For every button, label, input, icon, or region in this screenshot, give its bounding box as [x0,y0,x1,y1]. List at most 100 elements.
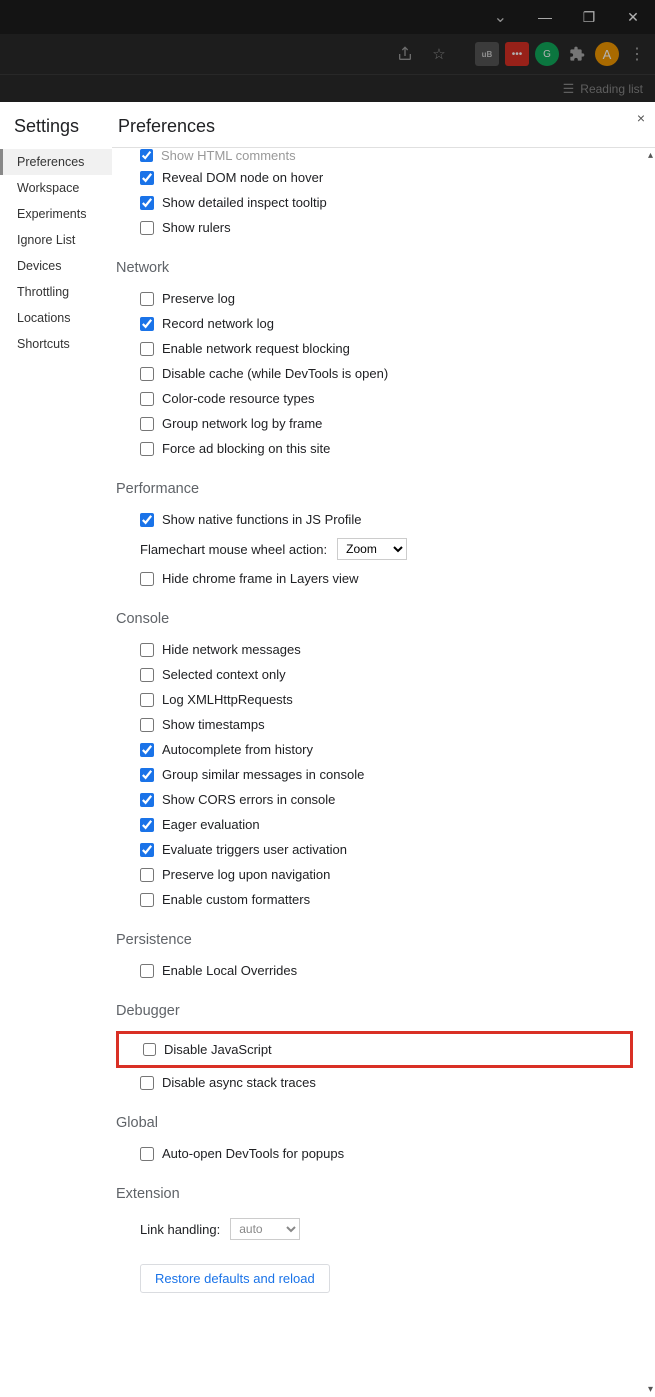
setting-show-native-functions-in-js-profile: Show native functions in JS Profile [116,507,651,532]
restore-defaults-button[interactable]: Restore defaults and reload [140,1264,330,1293]
setting-selected-context-only: Selected context only [116,662,651,687]
extension-grammarly-icon[interactable]: G [535,42,559,66]
setting-show-timestamps: Show timestamps [116,712,651,737]
setting-force-ad-blocking-on-this-site: Force ad blocking on this site [116,436,651,461]
setting-label: Show CORS errors in console [162,792,335,807]
setting-label: Group network log by frame [162,416,322,431]
checkbox[interactable] [140,221,154,235]
checkbox[interactable] [140,668,154,682]
flamechart-select[interactable]: Zoom [337,538,407,560]
scroll-down-arrow-icon[interactable]: ▾ [648,1384,653,1395]
link-handling-select[interactable]: auto [230,1218,300,1240]
setting-label: Log XMLHttpRequests [162,692,293,707]
setting-label: Hide chrome frame in Layers view [162,571,359,586]
checkbox[interactable] [140,196,154,210]
setting-label: Preserve log upon navigation [162,867,330,882]
checkbox[interactable] [140,868,154,882]
checkbox[interactable] [140,442,154,456]
setting-color-code-resource-types: Color-code resource types [116,386,651,411]
setting-hide-chrome-frame-in-layers-view: Hide chrome frame in Layers view [116,566,651,591]
section-header-extension: Extension [116,1166,651,1212]
minimize-button[interactable]: — [531,3,559,31]
setting-label: Group similar messages in console [162,767,364,782]
checkbox[interactable] [140,693,154,707]
section-header-performance: Performance [116,461,651,507]
setting-enable-network-request-blocking: Enable network request blocking [116,336,651,361]
setting-label: Show timestamps [162,717,265,732]
checkbox[interactable] [140,171,154,185]
sidebar-item-ignore-list[interactable]: Ignore List [0,227,112,253]
preferences-scroll-area[interactable]: ▴ Show HTML comments Reveal DOM node on … [112,148,655,1397]
setting-show-html-comments: Show HTML comments [116,148,651,165]
sidebar-item-locations[interactable]: Locations [0,305,112,331]
setting-label: Enable custom formatters [162,892,310,907]
extensions-menu-icon[interactable] [565,42,589,66]
section-header-debugger: Debugger [116,983,651,1029]
setting-label: Selected context only [162,667,286,682]
reading-list-icon[interactable]: ☰ [563,81,575,97]
setting-label: Autocomplete from history [162,742,313,757]
checkbox[interactable] [140,367,154,381]
setting-label: Disable async stack traces [162,1075,316,1090]
sidebar-item-experiments[interactable]: Experiments [0,201,112,227]
setting-preserve-log-upon-navigation: Preserve log upon navigation [116,862,651,887]
close-settings-button[interactable]: × [637,110,645,126]
bookmark-star-icon[interactable]: ☆ [425,40,453,68]
setting-auto-open-devtools-for-popups: Auto-open DevTools for popups [116,1141,651,1166]
checkbox[interactable] [140,392,154,406]
setting-show-rulers: Show rulers [116,215,651,240]
devtools-settings-panel: × Settings PreferencesWorkspaceExperimen… [0,102,655,1397]
setting-evaluate-triggers-user-activation: Evaluate triggers user activation [116,837,651,862]
checkbox[interactable] [140,317,154,331]
checkbox[interactable] [140,793,154,807]
setting-label: Reveal DOM node on hover [162,170,323,185]
checkbox[interactable] [140,1147,154,1161]
checkbox-show-html-comments[interactable] [140,149,153,162]
scroll-up-arrow-icon[interactable]: ▴ [648,150,653,161]
flamechart-setting: Flamechart mouse wheel action: Zoom [116,532,651,566]
reading-list-label[interactable]: Reading list [580,82,643,96]
tab-dropdown-icon[interactable]: ⌄ [494,7,507,27]
share-icon[interactable] [391,40,419,68]
setting-autocomplete-from-history: Autocomplete from history [116,737,651,762]
sidebar-item-devices[interactable]: Devices [0,253,112,279]
checkbox[interactable] [140,964,154,978]
browser-menu-icon[interactable]: ⋮ [625,44,649,64]
setting-label: Record network log [162,316,274,331]
maximize-button[interactable]: ❐ [575,3,603,31]
checkbox[interactable] [140,718,154,732]
setting-label: Enable Local Overrides [162,963,297,978]
checkbox[interactable] [140,417,154,431]
checkbox[interactable] [140,743,154,757]
setting-label: Evaluate triggers user activation [162,842,347,857]
checkbox[interactable] [140,818,154,832]
setting-label: Eager evaluation [162,817,260,832]
checkbox[interactable] [140,572,154,586]
checkbox[interactable] [140,1076,154,1090]
extension-red-icon[interactable]: ••• [505,42,529,66]
checkbox[interactable] [140,513,154,527]
setting-hide-network-messages: Hide network messages [116,637,651,662]
sidebar-item-workspace[interactable]: Workspace [0,175,112,201]
checkbox[interactable] [140,342,154,356]
checkbox[interactable] [140,893,154,907]
checkbox[interactable] [140,292,154,306]
sidebar-item-shortcuts[interactable]: Shortcuts [0,331,112,357]
profile-avatar[interactable]: A [595,42,619,66]
checkbox-disable-javascript[interactable] [143,1043,156,1056]
setting-group-similar-messages-in-console: Group similar messages in console [116,762,651,787]
extension-ublock-icon[interactable]: uB [475,42,499,66]
close-window-button[interactable]: ✕ [619,3,647,31]
settings-title: Settings [0,116,112,149]
checkbox[interactable] [140,768,154,782]
settings-sidebar: Settings PreferencesWorkspaceExperiments… [0,102,112,1397]
setting-log-xmlhttprequests: Log XMLHttpRequests [116,687,651,712]
setting-label: Enable network request blocking [162,341,350,356]
checkbox[interactable] [140,643,154,657]
sidebar-item-throttling[interactable]: Throttling [0,279,112,305]
checkbox[interactable] [140,843,154,857]
setting-label: Force ad blocking on this site [162,441,330,456]
window-titlebar: ⌄ — ❐ ✕ [0,0,655,34]
sidebar-item-preferences[interactable]: Preferences [0,149,112,175]
setting-label: Show detailed inspect tooltip [162,195,327,210]
